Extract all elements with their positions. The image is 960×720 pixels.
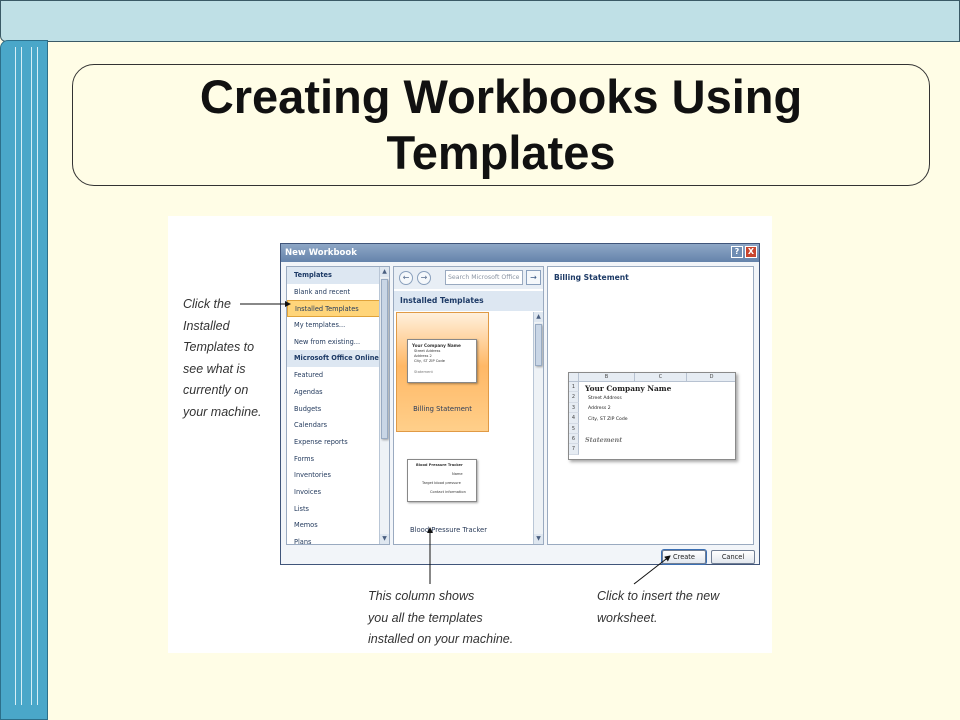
row-header: 1: [569, 382, 579, 393]
sidebar-item-installed-templates[interactable]: Installed Templates: [287, 300, 389, 318]
callout-line: you all the templates: [368, 610, 483, 625]
callout-line: currently on: [183, 383, 249, 397]
callout-installed-templates: Click the Installed Templates to see wha…: [183, 294, 262, 423]
screenshot-figure: Click the Installed Templates to see wha…: [168, 216, 772, 653]
sidebar-item-new-from-existing[interactable]: New from existing...: [287, 334, 389, 351]
column-header: D: [687, 373, 735, 382]
row-header: 4: [569, 413, 579, 424]
forward-arrow-icon[interactable]: →: [417, 271, 431, 285]
address2-cell: Address 2: [588, 406, 611, 411]
scroll-up-icon[interactable]: ▲: [380, 267, 389, 277]
slide-title-line-1: Creating Workbooks Using: [199, 70, 803, 123]
callout-templates-column: This column shows you all the templates …: [368, 586, 513, 651]
callout-line: This column shows: [368, 589, 475, 603]
blood-pressure-tracker-thumbnail[interactable]: Blood Pressure Tracker Name Target blood…: [407, 459, 477, 502]
column-header: B: [579, 373, 635, 382]
row-header: 7: [569, 444, 579, 455]
slide-top-bar: [0, 0, 960, 42]
template-preview-pane: Billing Statement B C D 1 2 3 4 5 6 7 Yo…: [547, 266, 754, 545]
callout-line: see what is: [183, 361, 246, 376]
row-header: 2: [569, 392, 579, 403]
template-category-list: Templates Blank and recent Installed Templ…: [287, 267, 389, 544]
thumb-text: Name: [452, 472, 463, 476]
sidebar-item-agendas[interactable]: Agendas: [287, 384, 389, 401]
street-address-cell: Street Address: [588, 396, 622, 401]
slide-side-bar: [0, 40, 48, 720]
thumb-text: Target blood pressure: [422, 481, 461, 485]
row-header: 6: [569, 434, 579, 445]
template-label[interactable]: Blood Pressure Tracker: [394, 526, 523, 534]
thumb-text: Your Company Name: [412, 343, 461, 348]
template-tile-billing-statement[interactable]: Your Company Name Street Address Address…: [396, 312, 489, 432]
sidebar-item-forms[interactable]: Forms: [287, 451, 389, 468]
help-icon[interactable]: ?: [731, 246, 743, 258]
callout-line: worksheet.: [597, 610, 658, 625]
preview-title: Billing Statement: [554, 273, 629, 282]
scroll-down-icon[interactable]: ▼: [534, 534, 543, 544]
sidebar-item-inventories[interactable]: Inventories: [287, 467, 389, 484]
callout-line: installed on your machine.: [368, 632, 514, 646]
row-header: 3: [569, 402, 579, 414]
new-workbook-dialog: New Workbook ? X Templates Blank and rece…: [280, 243, 760, 565]
slide-title-line-2: Templates: [386, 126, 616, 179]
slide-title-box: Creating Workbooks Using Templates: [72, 64, 930, 186]
close-icon[interactable]: X: [745, 246, 757, 258]
callout-create-button: Click to insert the new worksheet.: [597, 586, 719, 629]
select-all-corner: [569, 373, 579, 382]
statement-cell: Statement: [585, 435, 623, 444]
row-header: 5: [569, 423, 579, 434]
create-button[interactable]: Create: [661, 549, 707, 565]
slide-title: Creating Workbooks Using Templates: [200, 69, 802, 181]
scroll-up-icon[interactable]: ▲: [534, 312, 543, 322]
sidebar-item-blank-and-recent[interactable]: Blank and recent: [287, 284, 389, 301]
sidebar-item-invoices[interactable]: Invoices: [287, 484, 389, 501]
thumb-text: Street Address: [414, 349, 441, 353]
column-header: C: [635, 373, 687, 382]
sidebar-item-plans[interactable]: Plans: [287, 534, 389, 544]
scroll-thumb[interactable]: [535, 324, 542, 366]
callout-line: Click the: [183, 297, 231, 311]
installed-templates-pane: ← → Search Microsoft Office → Installed …: [393, 266, 544, 545]
search-input[interactable]: Search Microsoft Office: [445, 270, 523, 285]
sidebar-item-lists[interactable]: Lists: [287, 501, 389, 518]
dialog-title: New Workbook: [285, 248, 357, 258]
cancel-button[interactable]: Cancel: [711, 550, 755, 564]
thumb-text: Blood Pressure Tracker: [416, 463, 463, 467]
sidebar-item-memos[interactable]: Memos: [287, 517, 389, 534]
sidebar-item-my-templates[interactable]: My templates...: [287, 317, 389, 334]
callout-line: Templates to: [183, 340, 255, 354]
installed-templates-header: Installed Templates: [394, 291, 543, 311]
sidebar-item-calendars[interactable]: Calendars: [287, 417, 389, 434]
templates-scroll-track[interactable]: ▲ ▼: [533, 312, 543, 544]
thumb-text: Contact information: [430, 490, 466, 494]
callout-line: Installed: [183, 318, 230, 333]
callout-line: your machine.: [183, 404, 262, 419]
sidebar-item-budgets[interactable]: Budgets: [287, 401, 389, 418]
template-categories-pane: Templates Blank and recent Installed Templ…: [286, 266, 390, 545]
scroll-down-icon[interactable]: ▼: [380, 534, 389, 544]
sidebar-item-templates: Templates: [287, 267, 389, 284]
thumb-text: City, ST ZIP Code: [414, 359, 445, 363]
sidebar-item-featured[interactable]: Featured: [287, 367, 389, 384]
company-name-cell: Your Company Name: [585, 384, 672, 393]
city-cell: City, ST ZIP Code: [588, 416, 628, 422]
worksheet-preview: B C D 1 2 3 4 5 6 7 Your Company Name St…: [568, 372, 736, 460]
sidebar-item-expense-reports[interactable]: Expense reports: [287, 434, 389, 451]
template-label: Billing Statement: [413, 405, 472, 413]
thumb-text: Statement: [414, 370, 433, 374]
thumb-text: Address 2: [414, 354, 432, 358]
dialog-title-bar: New Workbook ? X: [281, 244, 759, 262]
scroll-thumb[interactable]: [381, 279, 388, 439]
template-nav-bar: ← → Search Microsoft Office →: [394, 267, 543, 289]
templates-scrollbar[interactable]: ▲ ▼: [533, 312, 543, 544]
sidebar-item-microsoft-office-online: Microsoft Office Online: [287, 350, 389, 368]
billing-statement-thumbnail: Your Company Name Street Address Address…: [407, 339, 477, 383]
search-go-icon[interactable]: →: [526, 270, 541, 285]
callout-line: Click to insert the new: [597, 589, 720, 603]
categories-scrollbar[interactable]: ▲ ▼: [379, 267, 389, 544]
back-arrow-icon[interactable]: ←: [399, 271, 413, 285]
